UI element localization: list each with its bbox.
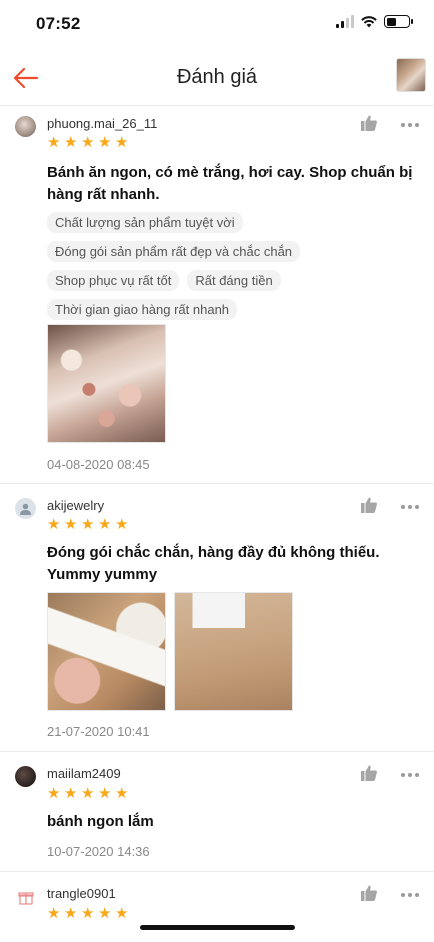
review-comment: Đóng gói chắc chắn, hàng đầy đủ không th…	[47, 544, 380, 583]
review-username[interactable]: akijewelry	[47, 498, 104, 513]
avatar[interactable]	[15, 886, 36, 907]
thumbs-up-icon	[361, 885, 377, 901]
star-icon: ★	[47, 134, 61, 151]
review-date: 21-07-2020 10:41	[47, 724, 150, 739]
rating-stars: ★ ★ ★ ★ ★	[47, 905, 129, 922]
review-date: 10-07-2020 14:36	[47, 844, 150, 859]
star-icon: ★	[81, 134, 95, 151]
star-icon: ★	[98, 785, 112, 802]
thumbs-up-icon	[361, 115, 377, 131]
star-icon: ★	[81, 905, 95, 922]
review-item: maiilam2409 ★ ★ ★ ★ ★ bánh ngon lắm 10-0…	[0, 752, 434, 872]
review-tag: Thời gian giao hàng rất nhanh	[47, 299, 238, 320]
review-photos	[47, 592, 293, 711]
more-options-button[interactable]	[398, 884, 422, 906]
app-header: Đánh giá	[0, 48, 434, 106]
default-user-icon	[20, 503, 31, 515]
thumbs-up-icon	[361, 765, 377, 781]
review-photos	[47, 324, 166, 443]
review-tag: Rất đáng tiền	[187, 270, 281, 291]
star-icon: ★	[47, 516, 61, 533]
status-icons	[336, 15, 413, 28]
star-icon: ★	[47, 785, 61, 802]
rating-stars: ★ ★ ★ ★ ★	[47, 785, 129, 802]
more-options-button[interactable]	[398, 496, 422, 518]
gift-icon	[17, 891, 34, 905]
review-date: 04-08-2020 08:45	[47, 457, 150, 472]
star-icon: ★	[81, 516, 95, 533]
review-comment: bánh ngon lắm	[47, 813, 154, 830]
more-options-button[interactable]	[398, 764, 422, 786]
like-button[interactable]	[360, 114, 382, 136]
review-photo[interactable]	[174, 592, 293, 711]
star-icon: ★	[98, 905, 112, 922]
avatar[interactable]	[15, 766, 36, 787]
product-thumbnail[interactable]	[396, 58, 426, 92]
battery-icon	[384, 15, 413, 28]
page-title: Đánh giá	[176, 66, 258, 88]
star-icon: ★	[115, 785, 129, 802]
review-tag: Shop phục vụ rất tốt	[47, 270, 180, 291]
star-icon: ★	[98, 134, 112, 151]
review-username[interactable]: phuong.mai_26_11	[47, 116, 157, 131]
rating-stars: ★ ★ ★ ★ ★	[47, 516, 129, 533]
star-icon: ★	[81, 785, 95, 802]
thumbs-up-icon	[361, 497, 377, 513]
star-icon: ★	[64, 516, 78, 533]
like-button[interactable]	[360, 884, 382, 906]
review-photo[interactable]	[47, 592, 166, 711]
star-icon: ★	[64, 134, 78, 151]
review-item: phuong.mai_26_11 ★ ★ ★ ★ ★ Bánh ăn ngon,…	[0, 106, 434, 484]
like-button[interactable]	[360, 764, 382, 786]
review-item: trangle0901 ★ ★ ★ ★ ★	[0, 872, 434, 942]
more-options-button[interactable]	[398, 114, 422, 136]
review-username[interactable]: trangle0901	[47, 886, 116, 901]
star-icon: ★	[47, 905, 61, 922]
review-comment: Bánh ăn ngon, có mè trắng, hơi cay. Shop…	[47, 164, 413, 203]
wifi-icon	[361, 15, 377, 27]
review-item: akijewelry ★ ★ ★ ★ ★ Đóng gói chắc chắn,…	[0, 484, 434, 752]
cellular-signal-icon	[336, 15, 354, 28]
avatar[interactable]	[15, 116, 36, 137]
like-button[interactable]	[360, 496, 382, 518]
star-icon: ★	[98, 516, 112, 533]
status-bar: 07:52	[0, 0, 434, 48]
review-username[interactable]: maiilam2409	[47, 766, 121, 781]
star-icon: ★	[64, 905, 78, 922]
star-icon: ★	[115, 905, 129, 922]
star-icon: ★	[115, 134, 129, 151]
avatar[interactable]	[15, 498, 36, 519]
review-tags: Chất lượng sản phẩm tuyệt vời Đóng gói s…	[47, 212, 414, 320]
rating-stars: ★ ★ ★ ★ ★	[47, 134, 129, 151]
home-indicator[interactable]	[140, 925, 295, 930]
review-photo[interactable]	[47, 324, 166, 443]
review-tag: Chất lượng sản phẩm tuyệt vời	[47, 212, 243, 233]
star-icon: ★	[115, 516, 129, 533]
review-tag: Đóng gói sản phẩm rất đẹp và chắc chắn	[47, 241, 301, 262]
review-list: phuong.mai_26_11 ★ ★ ★ ★ ★ Bánh ăn ngon,…	[0, 106, 434, 942]
star-icon: ★	[64, 785, 78, 802]
status-time: 07:52	[36, 14, 81, 33]
